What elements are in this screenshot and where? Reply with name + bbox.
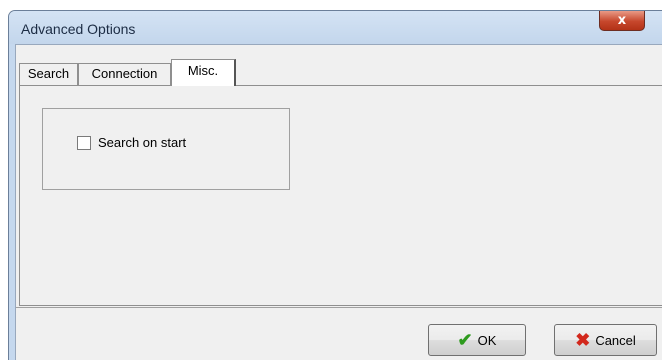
- search-options-group: Search on start: [42, 108, 290, 190]
- window-title: Advanced Options: [21, 21, 136, 37]
- close-button[interactable]: x: [599, 11, 645, 31]
- advanced-options-dialog: Advanced Options x Search Connection Mis…: [8, 10, 662, 360]
- tab-connection[interactable]: Connection: [78, 63, 171, 85]
- x-mark-icon: ✖: [575, 330, 591, 350]
- button-bar: ✔ OK ✖ Cancel: [16, 308, 662, 360]
- search-on-start-label[interactable]: Search on start: [98, 135, 186, 150]
- cancel-button-label: Cancel: [595, 332, 636, 348]
- ok-button-label: OK: [477, 332, 497, 348]
- title-bar[interactable]: Advanced Options: [9, 11, 662, 44]
- search-on-start-checkbox[interactable]: [77, 136, 91, 150]
- cancel-button[interactable]: ✖ Cancel: [554, 324, 657, 356]
- tab-search[interactable]: Search: [19, 63, 78, 85]
- ok-button[interactable]: ✔ OK: [428, 324, 526, 356]
- tab-misc[interactable]: Misc.: [171, 59, 236, 86]
- dialog-client-area: Search Connection Misc. Search on start …: [15, 44, 662, 360]
- misc-tab-panel: Search on start: [19, 85, 662, 306]
- close-icon: x: [617, 13, 627, 28]
- check-icon: ✔: [457, 330, 473, 350]
